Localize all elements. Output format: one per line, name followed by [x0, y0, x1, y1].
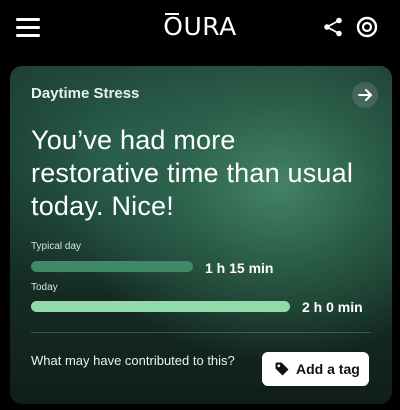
tag-icon	[275, 362, 289, 376]
contribution-prompt: What may have contributed to this?	[31, 353, 235, 368]
daytime-stress-card[interactable]: Daytime Stress You’ve had more restorati…	[10, 66, 392, 404]
divider	[31, 332, 371, 333]
bar-typical-day	[31, 261, 193, 272]
bar-label-today: Today	[31, 282, 58, 293]
arrow-right-icon[interactable]	[352, 82, 378, 108]
add-tag-label: Add a tag	[296, 361, 360, 377]
oura-ring-icon[interactable]	[356, 16, 378, 38]
share-icon[interactable]	[322, 16, 344, 38]
top-bar: OURA	[0, 0, 400, 58]
bar-value-today: 2 h 0 min	[302, 299, 363, 315]
bar-value-typical: 1 h 15 min	[205, 260, 274, 276]
bar-today	[31, 301, 290, 312]
add-tag-button[interactable]: Add a tag	[262, 352, 369, 386]
card-title: Daytime Stress	[31, 85, 140, 102]
bar-label-typical: Typical day	[31, 241, 82, 252]
headline: You’ve had more restorative time than us…	[31, 125, 354, 221]
